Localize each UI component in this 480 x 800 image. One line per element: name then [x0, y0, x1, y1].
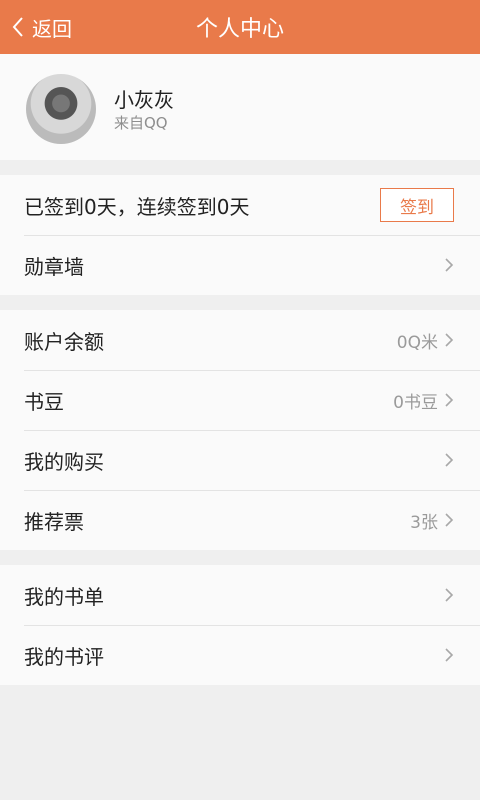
list-item[interactable]: 我的购买 — [0, 430, 480, 490]
profile-card[interactable]: 小灰灰 来自QQ — [0, 54, 480, 160]
checkin-button[interactable]: 签到 — [380, 188, 454, 222]
library-group: 我的书单 我的书评 — [0, 565, 480, 685]
chevron-right-icon — [445, 393, 454, 407]
recommend-votes-value: 3张 — [410, 512, 438, 533]
checkin-row: 已签到0天，连续签到0天 签到 — [0, 175, 480, 235]
account-source: 来自QQ — [114, 114, 168, 132]
username: 小灰灰 — [114, 88, 174, 112]
my-purchases-label: 我的购买 — [24, 449, 104, 474]
account-balance-value: 0Q米 — [396, 332, 438, 353]
chevron-right-icon — [445, 333, 454, 347]
chevron-right-icon — [445, 258, 454, 272]
recommend-votes-label: 推荐票 — [24, 509, 84, 534]
account-group: 账户余额 0Q米 书豆 0书豆 我的购买 推荐票 3张 — [0, 310, 480, 550]
checkin-group: 已签到0天，连续签到0天 签到 勋章墙 — [0, 175, 480, 295]
chevron-right-icon — [445, 588, 454, 602]
account-balance-label: 账户余额 — [24, 329, 104, 354]
book-beans-label: 书豆 — [24, 389, 64, 414]
checkin-status: 已签到0天，连续签到0天 — [24, 194, 250, 219]
list-item[interactable]: 我的书单 — [0, 565, 480, 625]
list-item[interactable]: 书豆 0书豆 — [0, 370, 480, 430]
my-booklists-label: 我的书单 — [24, 584, 104, 609]
chevron-right-icon — [445, 453, 454, 467]
avatar — [26, 74, 96, 144]
page-title: 个人中心 — [195, 17, 284, 42]
list-item[interactable]: 推荐票 3张 — [0, 490, 480, 550]
book-beans-value: 0书豆 — [393, 392, 438, 413]
chevron-right-icon — [445, 648, 454, 662]
list-item[interactable]: 账户余额 0Q米 — [0, 310, 480, 370]
list-item[interactable]: 我的书评 — [0, 625, 480, 685]
chevron-right-icon — [445, 513, 454, 527]
my-reviews-label: 我的书评 — [24, 644, 104, 669]
badge-wall-label: 勋章墙 — [24, 254, 84, 279]
top-bar: 返回 个人中心 — [0, 0, 480, 54]
badge-wall-row[interactable]: 勋章墙 — [0, 235, 480, 295]
